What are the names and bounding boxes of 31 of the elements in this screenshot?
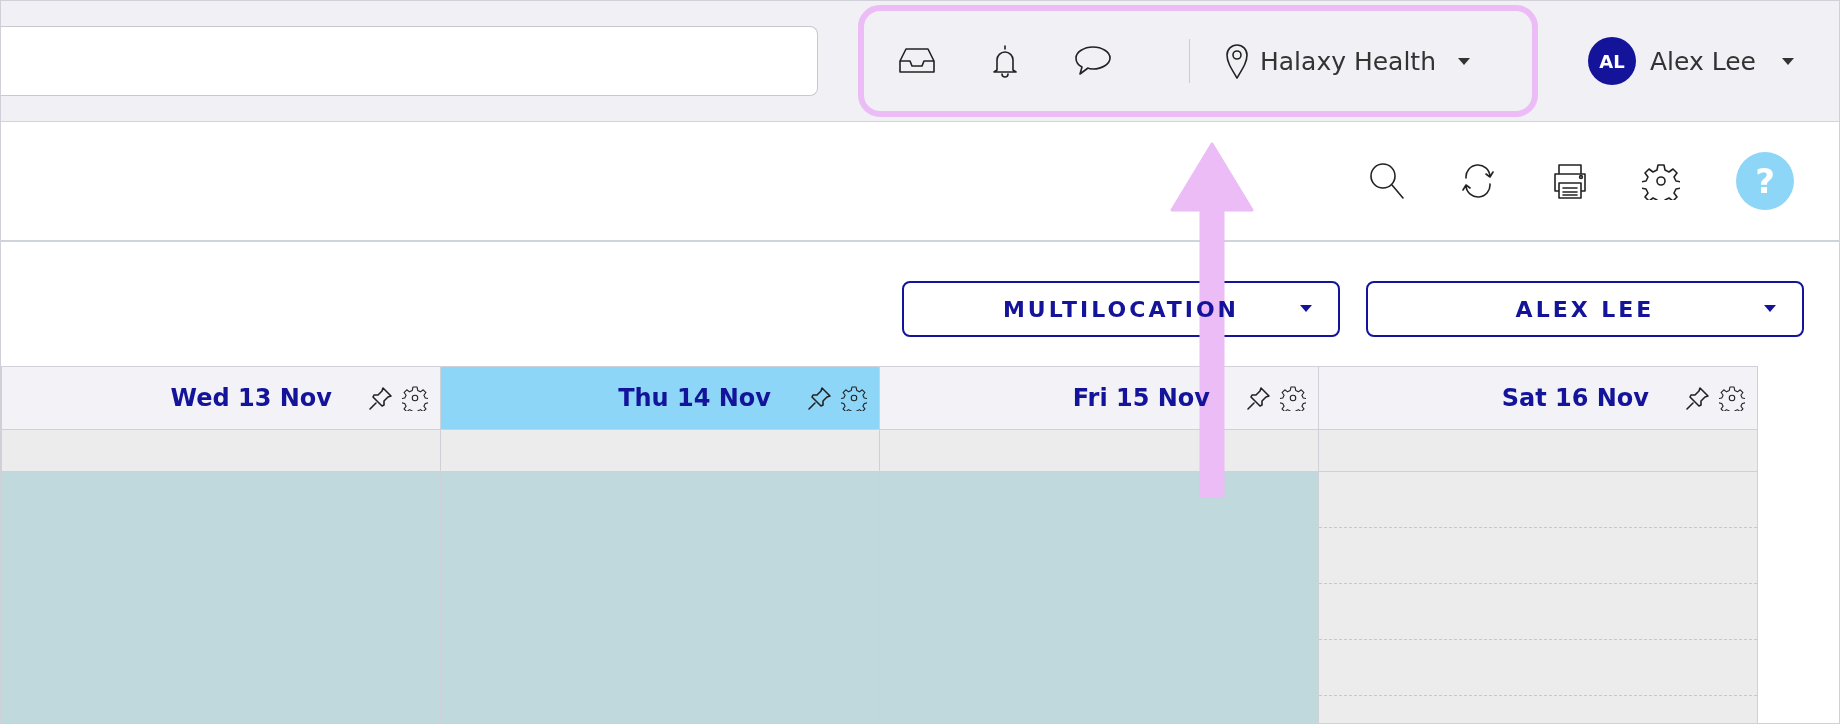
all-day-cell[interactable] [441, 430, 879, 472]
settings-icon[interactable] [1642, 162, 1680, 200]
all-day-cell[interactable] [880, 430, 1318, 472]
location-dropdown[interactable]: Halaxy Health [1224, 42, 1470, 80]
settings-icon[interactable] [1280, 385, 1306, 411]
filter-dropdown[interactable]: MULTILOCATION [902, 281, 1340, 337]
map-pin-icon [1224, 42, 1250, 80]
settings-icon[interactable] [1719, 385, 1745, 411]
bell-icon[interactable] [991, 43, 1019, 79]
all-day-cell[interactable] [1319, 430, 1757, 472]
inbox-icon[interactable] [897, 46, 937, 76]
caret-icon [1764, 305, 1776, 312]
all-day-cell[interactable] [2, 430, 440, 472]
chat-icon[interactable] [1073, 44, 1113, 78]
pin-icon[interactable] [1246, 385, 1272, 411]
filter-dropdown[interactable]: ALEX LEE [1366, 281, 1804, 337]
day-header[interactable]: Thu 14 Nov [441, 366, 879, 430]
settings-icon[interactable] [841, 385, 867, 411]
pin-icon[interactable] [1685, 385, 1711, 411]
user-menu[interactable]: AL Alex Lee [1588, 37, 1794, 85]
settings-icon[interactable] [402, 385, 428, 411]
day-header[interactable]: Sat 16 Nov [1319, 366, 1757, 430]
caret-icon [1458, 57, 1470, 65]
pin-icon[interactable] [368, 385, 394, 411]
avatar: AL [1588, 37, 1636, 85]
caret-icon [1782, 57, 1794, 65]
pin-icon[interactable] [807, 385, 833, 411]
day-header[interactable]: Wed 13 Nov [2, 366, 440, 430]
day-header[interactable]: Fri 15 Nov [880, 366, 1318, 430]
search-icon[interactable] [1368, 161, 1406, 201]
caret-icon [1300, 305, 1312, 312]
